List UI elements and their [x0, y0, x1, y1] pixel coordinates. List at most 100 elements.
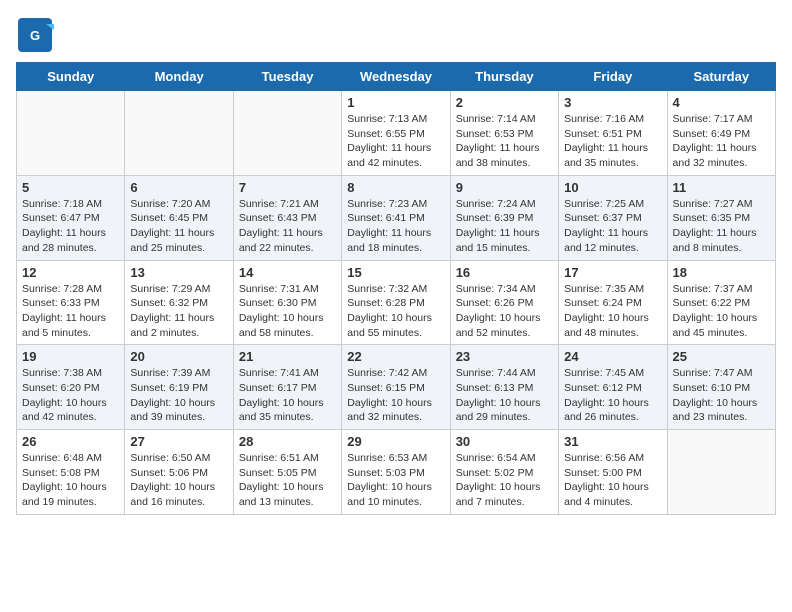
calendar-cell: 15 Sunrise: 7:32 AM Sunset: 6:28 PM Dayli… [342, 260, 450, 345]
day-number: 3 [564, 95, 661, 110]
day-number: 30 [456, 434, 553, 449]
day-info: Sunrise: 7:41 AM Sunset: 6:17 PM Dayligh… [239, 366, 336, 425]
calendar-day-header: Wednesday [342, 63, 450, 91]
calendar-week-row: 1 Sunrise: 7:13 AM Sunset: 6:55 PM Daylig… [17, 91, 776, 176]
calendar-cell [17, 91, 125, 176]
day-info: Sunrise: 7:29 AM Sunset: 6:32 PM Dayligh… [130, 282, 227, 341]
day-number: 5 [22, 180, 119, 195]
calendar-cell [125, 91, 233, 176]
day-info: Sunrise: 7:45 AM Sunset: 6:12 PM Dayligh… [564, 366, 661, 425]
calendar-cell: 16 Sunrise: 7:34 AM Sunset: 6:26 PM Dayli… [450, 260, 558, 345]
day-info: Sunrise: 6:50 AM Sunset: 5:06 PM Dayligh… [130, 451, 227, 510]
day-info: Sunrise: 7:24 AM Sunset: 6:39 PM Dayligh… [456, 197, 553, 256]
day-number: 2 [456, 95, 553, 110]
svg-text:G: G [30, 28, 40, 43]
calendar-cell: 6 Sunrise: 7:20 AM Sunset: 6:45 PM Daylig… [125, 175, 233, 260]
calendar-week-row: 12Sunrise: 7:28 AM Sunset: 6:33 PM Dayli… [17, 260, 776, 345]
day-number: 17 [564, 265, 661, 280]
day-number: 4 [673, 95, 770, 110]
day-info: Sunrise: 7:13 AM Sunset: 6:55 PM Dayligh… [347, 112, 444, 171]
day-number: 22 [347, 349, 444, 364]
calendar-cell: 2 Sunrise: 7:14 AM Sunset: 6:53 PM Daylig… [450, 91, 558, 176]
calendar-cell: 4 Sunrise: 7:17 AM Sunset: 6:49 PM Daylig… [667, 91, 775, 176]
calendar-cell: 10 Sunrise: 7:25 AM Sunset: 6:37 PM Dayli… [559, 175, 667, 260]
calendar-cell: 20 Sunrise: 7:39 AM Sunset: 6:19 PM Dayli… [125, 345, 233, 430]
calendar-cell: 25 Sunrise: 7:47 AM Sunset: 6:10 PM Dayli… [667, 345, 775, 430]
day-number: 6 [130, 180, 227, 195]
calendar-day-header: Monday [125, 63, 233, 91]
day-info: Sunrise: 7:44 AM Sunset: 6:13 PM Dayligh… [456, 366, 553, 425]
day-info: Sunrise: 7:42 AM Sunset: 6:15 PM Dayligh… [347, 366, 444, 425]
day-number: 27 [130, 434, 227, 449]
day-info: Sunrise: 6:54 AM Sunset: 5:02 PM Dayligh… [456, 451, 553, 510]
day-number: 29 [347, 434, 444, 449]
day-number: 9 [456, 180, 553, 195]
day-number: 15 [347, 265, 444, 280]
calendar-day-header: Saturday [667, 63, 775, 91]
calendar-header-row: SundayMondayTuesdayWednesdayThursdayFrid… [17, 63, 776, 91]
calendar-cell: 30 Sunrise: 6:54 AM Sunset: 5:02 PM Dayli… [450, 430, 558, 515]
day-info: Sunrise: 7:20 AM Sunset: 6:45 PM Dayligh… [130, 197, 227, 256]
calendar-week-row: 26Sunrise: 6:48 AM Sunset: 5:08 PM Dayli… [17, 430, 776, 515]
calendar-cell: 18 Sunrise: 7:37 AM Sunset: 6:22 PM Dayli… [667, 260, 775, 345]
calendar-day-header: Friday [559, 63, 667, 91]
calendar-table: SundayMondayTuesdayWednesdayThursdayFrid… [16, 62, 776, 515]
day-info: Sunrise: 6:56 AM Sunset: 5:00 PM Dayligh… [564, 451, 661, 510]
day-number: 1 [347, 95, 444, 110]
calendar-week-row: 19Sunrise: 7:38 AM Sunset: 6:20 PM Dayli… [17, 345, 776, 430]
calendar-cell: 8 Sunrise: 7:23 AM Sunset: 6:41 PM Daylig… [342, 175, 450, 260]
calendar-day-header: Tuesday [233, 63, 341, 91]
calendar-cell: 1 Sunrise: 7:13 AM Sunset: 6:55 PM Daylig… [342, 91, 450, 176]
day-info: Sunrise: 7:34 AM Sunset: 6:26 PM Dayligh… [456, 282, 553, 341]
calendar-cell: 12Sunrise: 7:28 AM Sunset: 6:33 PM Dayli… [17, 260, 125, 345]
day-info: Sunrise: 7:25 AM Sunset: 6:37 PM Dayligh… [564, 197, 661, 256]
calendar-week-row: 5 Sunrise: 7:18 AM Sunset: 6:47 PM Daylig… [17, 175, 776, 260]
day-number: 7 [239, 180, 336, 195]
day-number: 28 [239, 434, 336, 449]
logo: G [16, 16, 56, 54]
calendar-cell: 13 Sunrise: 7:29 AM Sunset: 6:32 PM Dayli… [125, 260, 233, 345]
day-number: 10 [564, 180, 661, 195]
day-info: Sunrise: 7:17 AM Sunset: 6:49 PM Dayligh… [673, 112, 770, 171]
day-number: 11 [673, 180, 770, 195]
calendar-cell: 27 Sunrise: 6:50 AM Sunset: 5:06 PM Dayli… [125, 430, 233, 515]
calendar-cell: 26Sunrise: 6:48 AM Sunset: 5:08 PM Dayli… [17, 430, 125, 515]
day-number: 26 [22, 434, 119, 449]
day-number: 20 [130, 349, 227, 364]
calendar-day-header: Sunday [17, 63, 125, 91]
day-info: Sunrise: 7:31 AM Sunset: 6:30 PM Dayligh… [239, 282, 336, 341]
day-number: 14 [239, 265, 336, 280]
day-info: Sunrise: 7:27 AM Sunset: 6:35 PM Dayligh… [673, 197, 770, 256]
calendar-cell [233, 91, 341, 176]
calendar-cell: 14 Sunrise: 7:31 AM Sunset: 6:30 PM Dayli… [233, 260, 341, 345]
day-number: 18 [673, 265, 770, 280]
calendar-cell: 5 Sunrise: 7:18 AM Sunset: 6:47 PM Daylig… [17, 175, 125, 260]
day-number: 12 [22, 265, 119, 280]
calendar-cell: 22 Sunrise: 7:42 AM Sunset: 6:15 PM Dayli… [342, 345, 450, 430]
calendar-cell: 11 Sunrise: 7:27 AM Sunset: 6:35 PM Dayli… [667, 175, 775, 260]
day-number: 23 [456, 349, 553, 364]
calendar-cell: 19Sunrise: 7:38 AM Sunset: 6:20 PM Dayli… [17, 345, 125, 430]
day-number: 19 [22, 349, 119, 364]
calendar-cell: 29 Sunrise: 6:53 AM Sunset: 5:03 PM Dayli… [342, 430, 450, 515]
day-number: 8 [347, 180, 444, 195]
calendar-cell [667, 430, 775, 515]
day-info: Sunrise: 7:14 AM Sunset: 6:53 PM Dayligh… [456, 112, 553, 171]
day-info: Sunrise: 7:47 AM Sunset: 6:10 PM Dayligh… [673, 366, 770, 425]
day-info: Sunrise: 7:39 AM Sunset: 6:19 PM Dayligh… [130, 366, 227, 425]
day-info: Sunrise: 7:32 AM Sunset: 6:28 PM Dayligh… [347, 282, 444, 341]
calendar-cell: 17Sunrise: 7:35 AM Sunset: 6:24 PM Dayli… [559, 260, 667, 345]
day-number: 13 [130, 265, 227, 280]
day-info: Sunrise: 7:37 AM Sunset: 6:22 PM Dayligh… [673, 282, 770, 341]
day-number: 21 [239, 349, 336, 364]
day-info: Sunrise: 7:23 AM Sunset: 6:41 PM Dayligh… [347, 197, 444, 256]
day-number: 25 [673, 349, 770, 364]
calendar-cell: 24Sunrise: 7:45 AM Sunset: 6:12 PM Dayli… [559, 345, 667, 430]
day-info: Sunrise: 7:18 AM Sunset: 6:47 PM Dayligh… [22, 197, 119, 256]
calendar-cell: 31Sunrise: 6:56 AM Sunset: 5:00 PM Dayli… [559, 430, 667, 515]
day-info: Sunrise: 6:53 AM Sunset: 5:03 PM Dayligh… [347, 451, 444, 510]
calendar-cell: 7 Sunrise: 7:21 AM Sunset: 6:43 PM Daylig… [233, 175, 341, 260]
calendar-cell: 9 Sunrise: 7:24 AM Sunset: 6:39 PM Daylig… [450, 175, 558, 260]
day-number: 16 [456, 265, 553, 280]
day-info: Sunrise: 7:21 AM Sunset: 6:43 PM Dayligh… [239, 197, 336, 256]
